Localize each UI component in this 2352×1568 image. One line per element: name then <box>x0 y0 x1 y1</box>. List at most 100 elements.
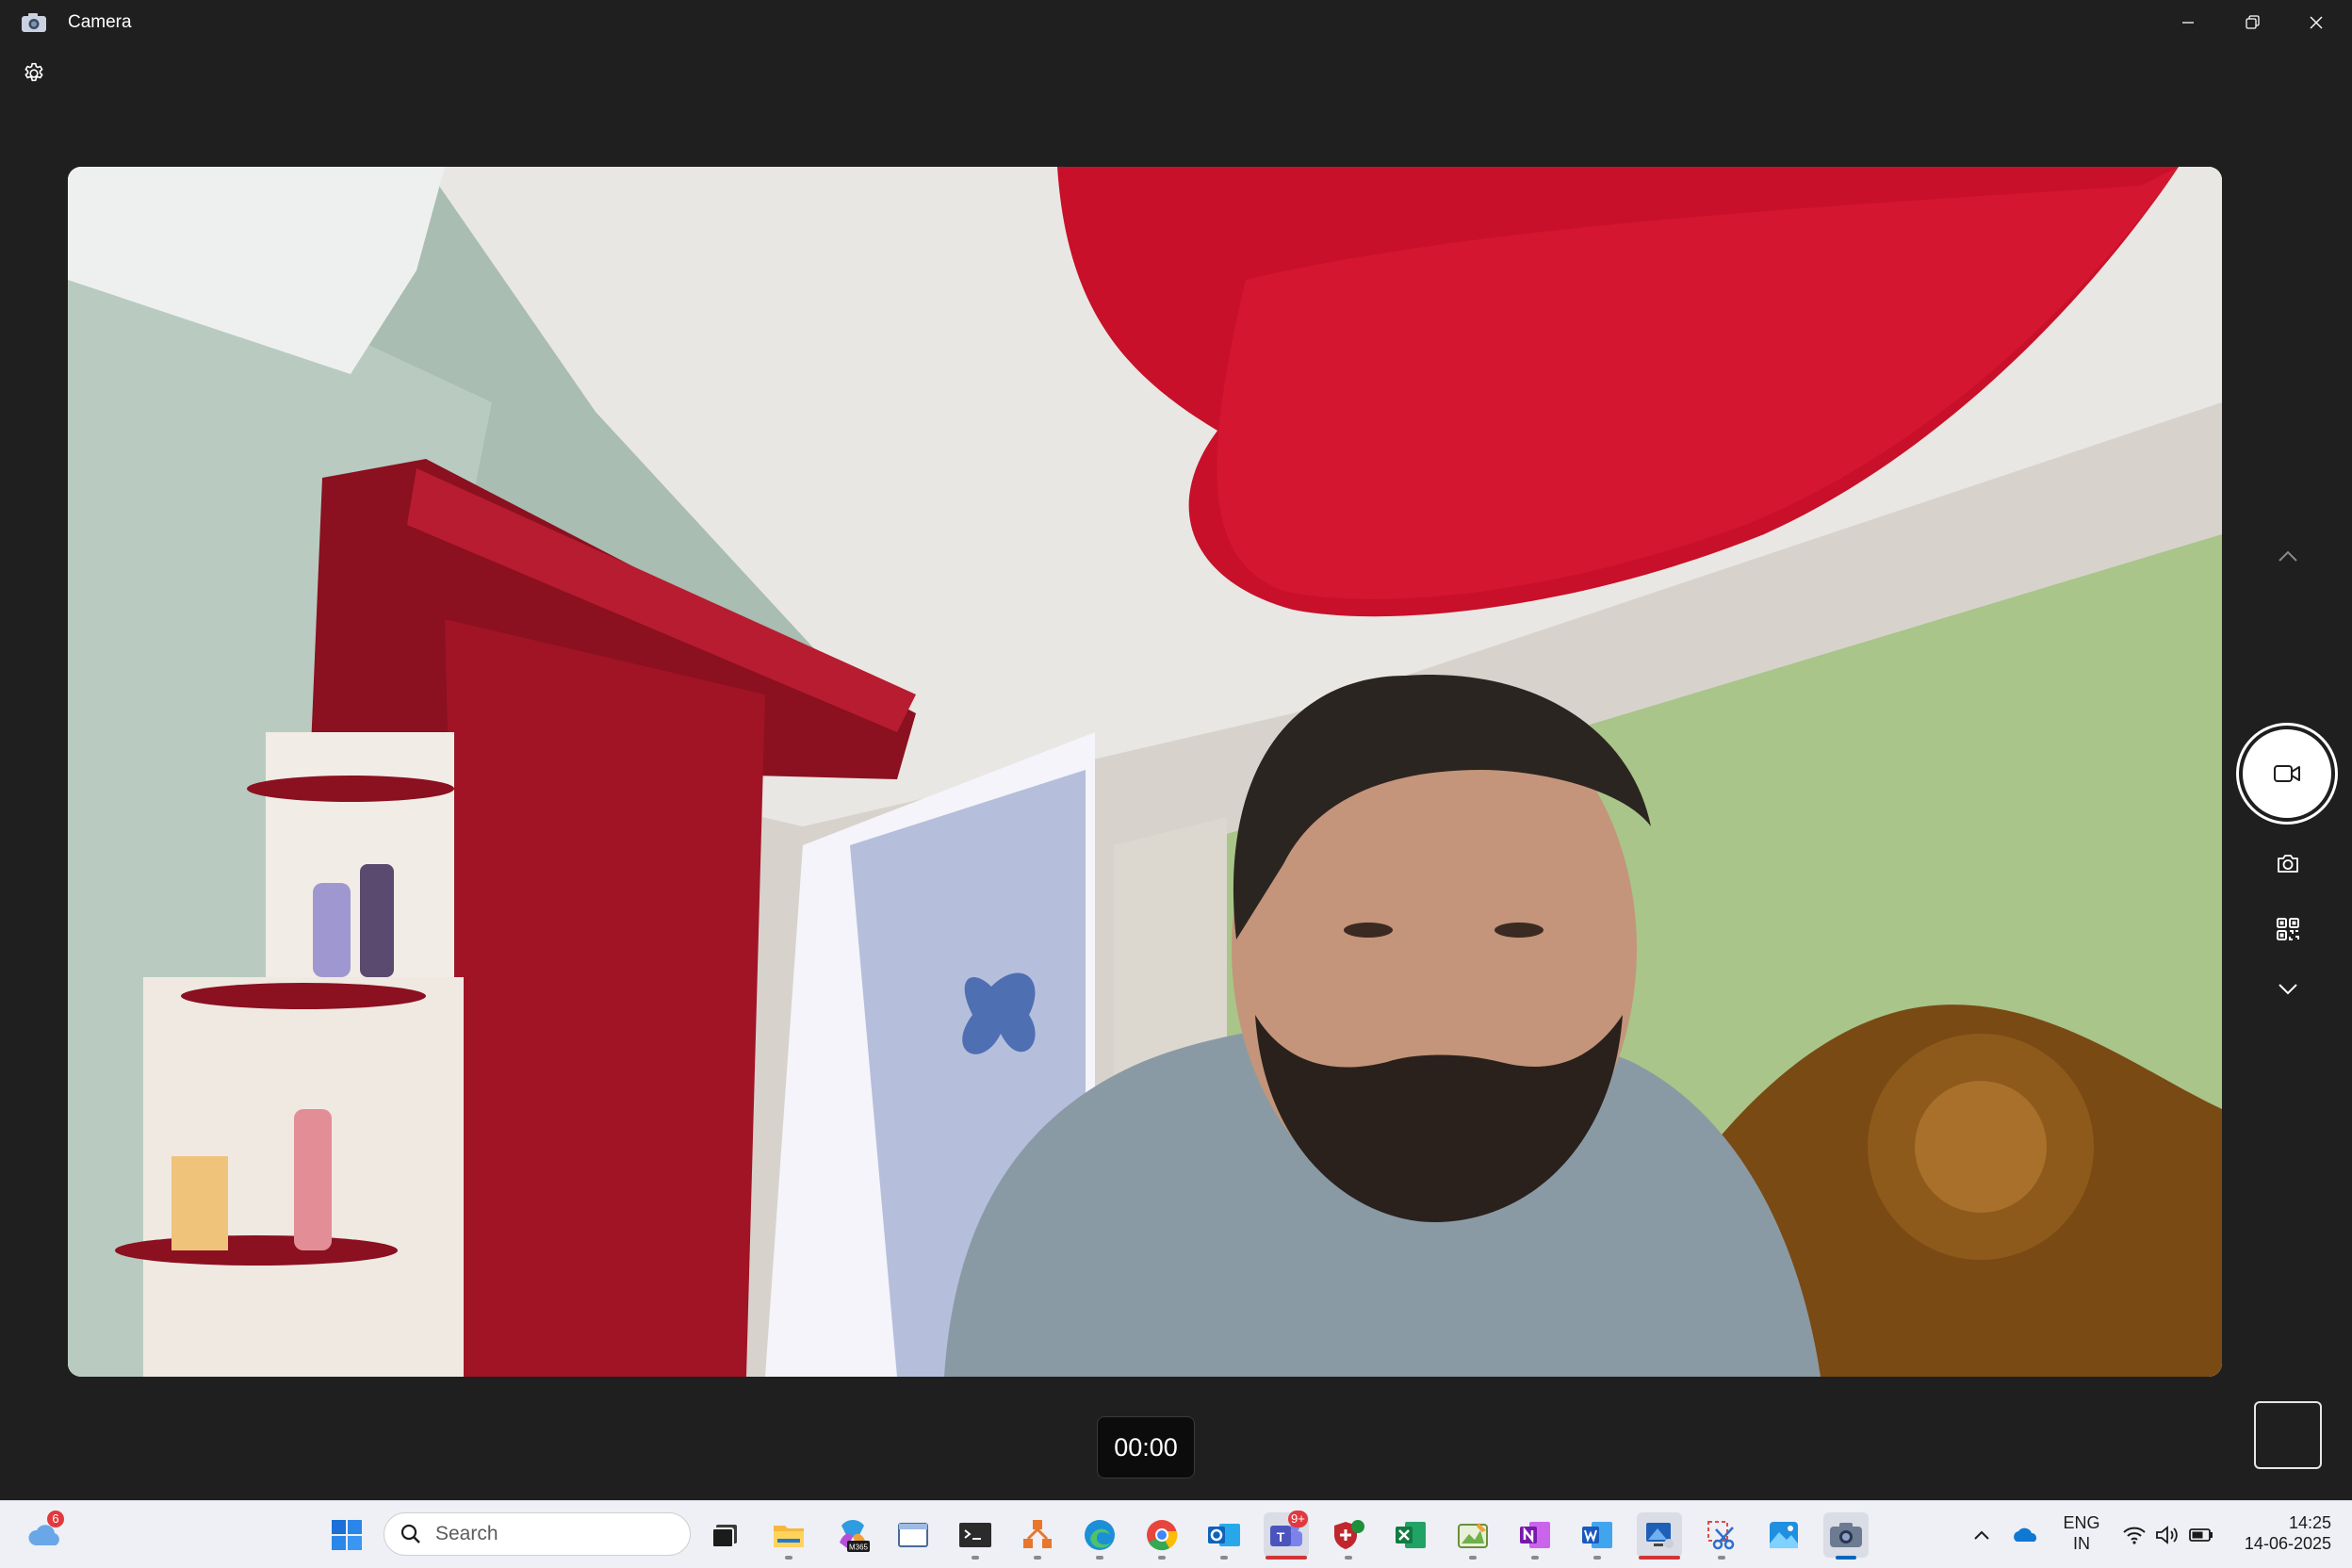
settings-button[interactable] <box>19 58 49 89</box>
attention-indicator <box>1639 1556 1680 1560</box>
taskbar-paint[interactable] <box>1450 1512 1495 1560</box>
paint-icon <box>1458 1523 1488 1548</box>
taskbar-camera[interactable] <box>1823 1512 1869 1560</box>
last-capture-thumbnail[interactable] <box>2254 1401 2322 1469</box>
search-icon <box>400 1524 420 1544</box>
camera-preview <box>68 167 2222 1377</box>
running-indicator <box>785 1556 792 1560</box>
active-indicator <box>1836 1556 1856 1560</box>
photos-icon <box>1770 1522 1798 1548</box>
attention-indicator <box>1266 1556 1307 1560</box>
remote-app-icon <box>1646 1523 1674 1548</box>
office-app-icon <box>1023 1520 1052 1548</box>
running-indicator <box>1034 1556 1041 1560</box>
taskbar-window-app[interactable] <box>890 1512 936 1558</box>
edge-icon <box>1085 1520 1115 1550</box>
taskbar-photos[interactable] <box>1761 1512 1806 1558</box>
clock[interactable]: 14:25 14-06-2025 <box>2228 1512 2331 1554</box>
window-app-icon <box>898 1523 928 1547</box>
running-indicator <box>1345 1556 1352 1560</box>
running-indicator <box>1593 1556 1601 1560</box>
onedrive-icon <box>2014 1527 2036 1542</box>
taskbar-excel[interactable] <box>1388 1512 1433 1558</box>
taskbar-word[interactable] <box>1575 1512 1620 1560</box>
language-code: ENG <box>2063 1513 2100 1532</box>
svg-text:T: T <box>1277 1529 1285 1544</box>
running-indicator <box>972 1556 979 1560</box>
minimize-icon <box>2182 22 2194 24</box>
task-view-button[interactable] <box>702 1512 747 1558</box>
running-indicator <box>1531 1556 1539 1560</box>
camera-app-icon <box>22 13 46 32</box>
photo-camera-icon <box>2278 855 2298 873</box>
language-region: IN <box>2073 1534 2090 1553</box>
chrome-icon <box>1147 1520 1178 1551</box>
taskbar-teams[interactable]: T 9+ <box>1264 1511 1309 1560</box>
mode-up-button[interactable] <box>2262 537 2314 575</box>
excel-icon <box>1396 1522 1426 1548</box>
taskbar-file-explorer[interactable] <box>766 1512 811 1560</box>
mode-down-button[interactable] <box>2262 971 2314 1008</box>
weather-badge: 6 <box>47 1511 64 1527</box>
camera-feed-image <box>68 167 2222 1377</box>
title-bar: Camera <box>0 0 2352 45</box>
m365-label: M365 <box>849 1544 869 1552</box>
taskbar-chrome[interactable] <box>1139 1512 1184 1560</box>
recording-timer: 00:00 <box>1097 1416 1195 1478</box>
network-volume-battery-button[interactable] <box>2116 1512 2220 1558</box>
restore-button[interactable] <box>2220 0 2284 45</box>
chevron-down-icon <box>2278 984 2297 995</box>
close-icon <box>2310 16 2323 29</box>
clock-date: 14-06-2025 <box>2244 1534 2331 1553</box>
taskbar-security[interactable] <box>1326 1512 1371 1560</box>
taskbar: 6 Search M365 T 9+ ENG IN 14:25 14-06-20… <box>0 1500 2352 1568</box>
taskbar-edge[interactable] <box>1077 1512 1122 1560</box>
search-placeholder: Search <box>435 1523 498 1544</box>
taskbar-terminal[interactable] <box>953 1512 998 1560</box>
security-icon <box>1334 1520 1364 1549</box>
volume-icon <box>2156 1526 2178 1544</box>
running-indicator <box>1096 1556 1103 1560</box>
running-indicator <box>1158 1556 1166 1560</box>
terminal-icon <box>959 1523 991 1547</box>
qr-code-icon <box>2277 918 2299 940</box>
clock-time: 14:25 <box>2288 1513 2331 1532</box>
running-indicator <box>1718 1556 1725 1560</box>
battery-icon <box>2189 1528 2213 1542</box>
show-hidden-icons-button[interactable] <box>1958 1512 2005 1558</box>
file-explorer-icon <box>774 1526 804 1547</box>
qr-scan-button[interactable] <box>2265 906 2311 952</box>
windows-start-icon <box>332 1520 362 1550</box>
minimize-button[interactable] <box>2156 0 2220 45</box>
camera-taskbar-icon <box>1830 1523 1862 1547</box>
word-icon <box>1582 1522 1612 1548</box>
weather-widget[interactable]: 6 <box>23 1511 68 1558</box>
m365-copilot-icon: M365 <box>840 1520 870 1552</box>
teams-badge: 9+ <box>1288 1511 1308 1527</box>
start-button[interactable] <box>324 1512 369 1558</box>
settings-gear-icon <box>24 62 43 82</box>
record-video-button[interactable] <box>2239 726 2335 822</box>
task-view-icon <box>711 1525 737 1548</box>
snipping-tool-icon <box>1707 1521 1735 1550</box>
video-camera-icon <box>2274 765 2300 782</box>
running-indicator <box>1220 1556 1228 1560</box>
taskbar-snipping-tool[interactable] <box>1699 1512 1744 1560</box>
language-indicator[interactable]: ENG IN <box>2058 1512 2105 1554</box>
wifi-icon <box>2123 1527 2146 1544</box>
onenote-icon <box>1520 1522 1550 1548</box>
show-hidden-icon <box>1974 1530 1989 1540</box>
running-indicator <box>1469 1556 1477 1560</box>
taskbar-remote-app[interactable] <box>1637 1512 1682 1560</box>
onedrive-button[interactable] <box>2001 1512 2049 1558</box>
close-button[interactable] <box>2284 0 2348 45</box>
taskbar-outlook[interactable] <box>1201 1512 1247 1560</box>
outlook-icon <box>1208 1524 1240 1546</box>
photo-mode-button[interactable] <box>2265 841 2311 886</box>
taskbar-search-box[interactable]: Search <box>384 1512 691 1556</box>
taskbar-onenote[interactable] <box>1512 1512 1558 1560</box>
restore-icon <box>2246 15 2260 29</box>
taskbar-m365[interactable]: M365 <box>830 1512 875 1558</box>
window-title: Camera <box>68 12 132 32</box>
taskbar-office-app[interactable] <box>1015 1512 1060 1560</box>
